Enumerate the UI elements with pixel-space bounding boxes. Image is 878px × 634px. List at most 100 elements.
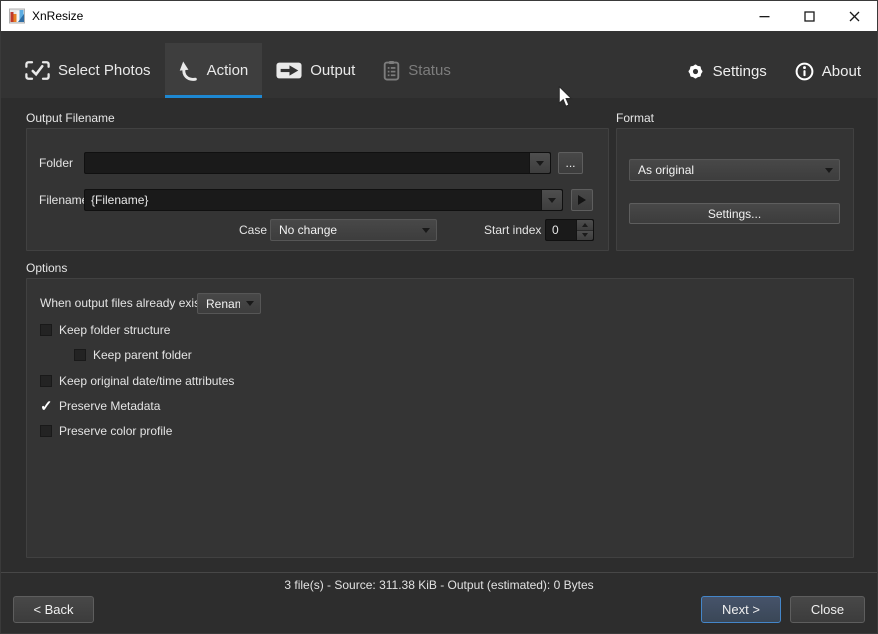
toolbar-actions: Settings About xyxy=(686,45,861,98)
checkbox-label: Preserve Metadata xyxy=(59,399,160,413)
folder-combobox[interactable] xyxy=(84,152,551,174)
exist-value: Rename xyxy=(198,297,240,311)
next-button[interactable]: Next > xyxy=(701,596,781,623)
spin-up-button[interactable] xyxy=(577,220,593,231)
minimize-icon xyxy=(759,11,770,22)
about-label: About xyxy=(822,63,861,80)
checkbox-preserve-metadata[interactable]: Preserve Metadata xyxy=(40,399,160,413)
checkbox-label: Keep folder structure xyxy=(59,323,170,337)
close-dialog-button[interactable]: Close xyxy=(790,596,865,623)
close-button[interactable] xyxy=(832,1,877,31)
checkbox-label: Preserve color profile xyxy=(59,424,172,438)
exist-dropdown[interactable]: Rename xyxy=(197,293,261,314)
output-filename-body: Folder ... Filename {Filename} Case xyxy=(26,128,609,251)
chevron-down-icon xyxy=(548,198,556,203)
window-controls xyxy=(742,1,877,31)
filename-combobox[interactable]: {Filename} xyxy=(84,189,563,211)
options-group: Options When output files already exist … xyxy=(26,261,854,558)
info-icon xyxy=(795,62,814,81)
checkbox-label: Keep original date/time attributes xyxy=(59,374,234,388)
about-button[interactable]: About xyxy=(795,62,861,81)
filename-value: {Filename} xyxy=(85,190,541,210)
exist-label: When output files already exist xyxy=(40,293,203,314)
tab-label: Status xyxy=(408,62,451,79)
tab-select-photos[interactable]: Select Photos xyxy=(11,43,165,98)
chevron-down-icon xyxy=(819,168,839,173)
filename-dropdown-button[interactable] xyxy=(541,190,562,210)
checkbox-icon xyxy=(40,324,52,336)
folder-dropdown-button[interactable] xyxy=(529,153,550,173)
group-title: Options xyxy=(26,261,854,278)
chevron-down-icon xyxy=(536,161,544,166)
case-value: No change xyxy=(271,223,416,237)
settings-label: Settings xyxy=(713,63,767,80)
output-filename-group: Output Filename Folder ... Filename {Fil… xyxy=(26,111,609,251)
case-label: Case xyxy=(239,219,267,241)
close-icon xyxy=(849,11,860,22)
checkbox-keep-parent-folder[interactable]: Keep parent folder xyxy=(74,348,192,362)
status-text: 3 file(s) - Source: 311.38 KiB - Output … xyxy=(1,578,877,592)
maximize-button[interactable] xyxy=(787,1,832,31)
maximize-icon xyxy=(804,11,815,22)
start-index-label: Start index xyxy=(484,219,541,241)
checkbox-icon xyxy=(40,375,52,387)
output-icon xyxy=(276,62,302,79)
mouse-cursor xyxy=(558,86,573,109)
gear-icon xyxy=(686,62,705,81)
play-icon xyxy=(578,195,586,205)
spinner-buttons xyxy=(576,220,593,240)
checkbox-keep-datetime[interactable]: Keep original date/time attributes xyxy=(40,374,234,388)
titlebar: XnResize xyxy=(1,1,877,31)
select-photos-icon xyxy=(25,61,50,80)
case-dropdown[interactable]: No change xyxy=(270,219,437,241)
format-body: As original Settings... xyxy=(616,128,854,251)
group-title: Format xyxy=(616,111,854,128)
format-group: Format As original Settings... xyxy=(616,111,854,251)
action-icon xyxy=(179,60,199,82)
app-logo-icon xyxy=(9,8,25,24)
start-index-value: 0 xyxy=(546,220,576,240)
close-label: Close xyxy=(811,602,844,617)
browse-folder-button[interactable]: ... xyxy=(558,152,583,174)
format-value: As original xyxy=(630,163,819,177)
spin-down-button[interactable] xyxy=(577,231,593,241)
start-index-stepper[interactable]: 0 xyxy=(545,219,594,241)
window-title: XnResize xyxy=(32,9,83,23)
checkbox-preserve-color-profile[interactable]: Preserve color profile xyxy=(40,424,172,438)
back-button[interactable]: < Back xyxy=(13,596,94,623)
back-label: < Back xyxy=(33,602,73,617)
checkbox-icon xyxy=(40,400,52,412)
chevron-down-icon xyxy=(416,228,436,233)
tab-label: Select Photos xyxy=(58,62,151,79)
footer-separator xyxy=(1,572,877,573)
checkbox-icon xyxy=(74,349,86,361)
folder-label: Folder xyxy=(39,152,73,174)
chevron-down-icon xyxy=(240,301,260,306)
settings-button[interactable]: Settings xyxy=(686,62,767,81)
app-window: XnResize xyxy=(0,0,878,634)
tab-output[interactable]: Output xyxy=(262,43,369,98)
tab-label: Action xyxy=(207,62,249,79)
checkbox-label: Keep parent folder xyxy=(93,348,192,362)
main-content: Output Filename Folder ... Filename {Fil… xyxy=(1,98,877,572)
tab-bar: Select Photos Action xyxy=(11,43,465,98)
tab-action[interactable]: Action xyxy=(165,43,263,98)
filename-label: Filename xyxy=(39,189,88,211)
status-icon xyxy=(383,60,400,81)
chevron-down-icon xyxy=(582,233,588,237)
folder-value xyxy=(85,153,529,173)
checkbox-keep-folder-structure[interactable]: Keep folder structure xyxy=(40,323,170,337)
chevron-up-icon xyxy=(582,223,588,227)
browse-label: ... xyxy=(565,156,575,170)
minimize-button[interactable] xyxy=(742,1,787,31)
options-body: When output files already exist Rename K… xyxy=(26,278,854,558)
next-label: Next > xyxy=(722,602,760,617)
insert-token-button[interactable] xyxy=(571,189,593,211)
tab-status[interactable]: Status xyxy=(369,43,465,98)
group-title: Output Filename xyxy=(26,111,609,128)
toolbar: Select Photos Action xyxy=(1,31,877,98)
format-settings-button[interactable]: Settings... xyxy=(629,203,840,224)
tab-label: Output xyxy=(310,62,355,79)
checkbox-icon xyxy=(40,425,52,437)
format-dropdown[interactable]: As original xyxy=(629,159,840,181)
